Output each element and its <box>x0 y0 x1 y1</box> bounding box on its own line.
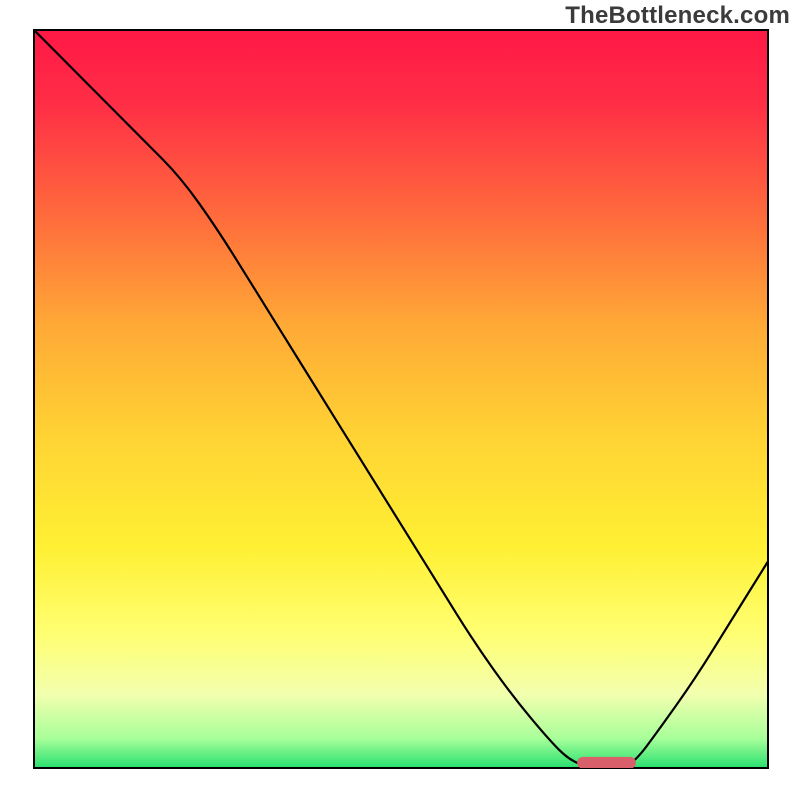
chart-canvas <box>0 0 800 800</box>
plot-area <box>34 30 768 769</box>
watermark-label: TheBottleneck.com <box>565 2 790 30</box>
chart-stage: TheBottleneck.com <box>0 0 800 800</box>
optimal-range-marker <box>577 757 636 769</box>
